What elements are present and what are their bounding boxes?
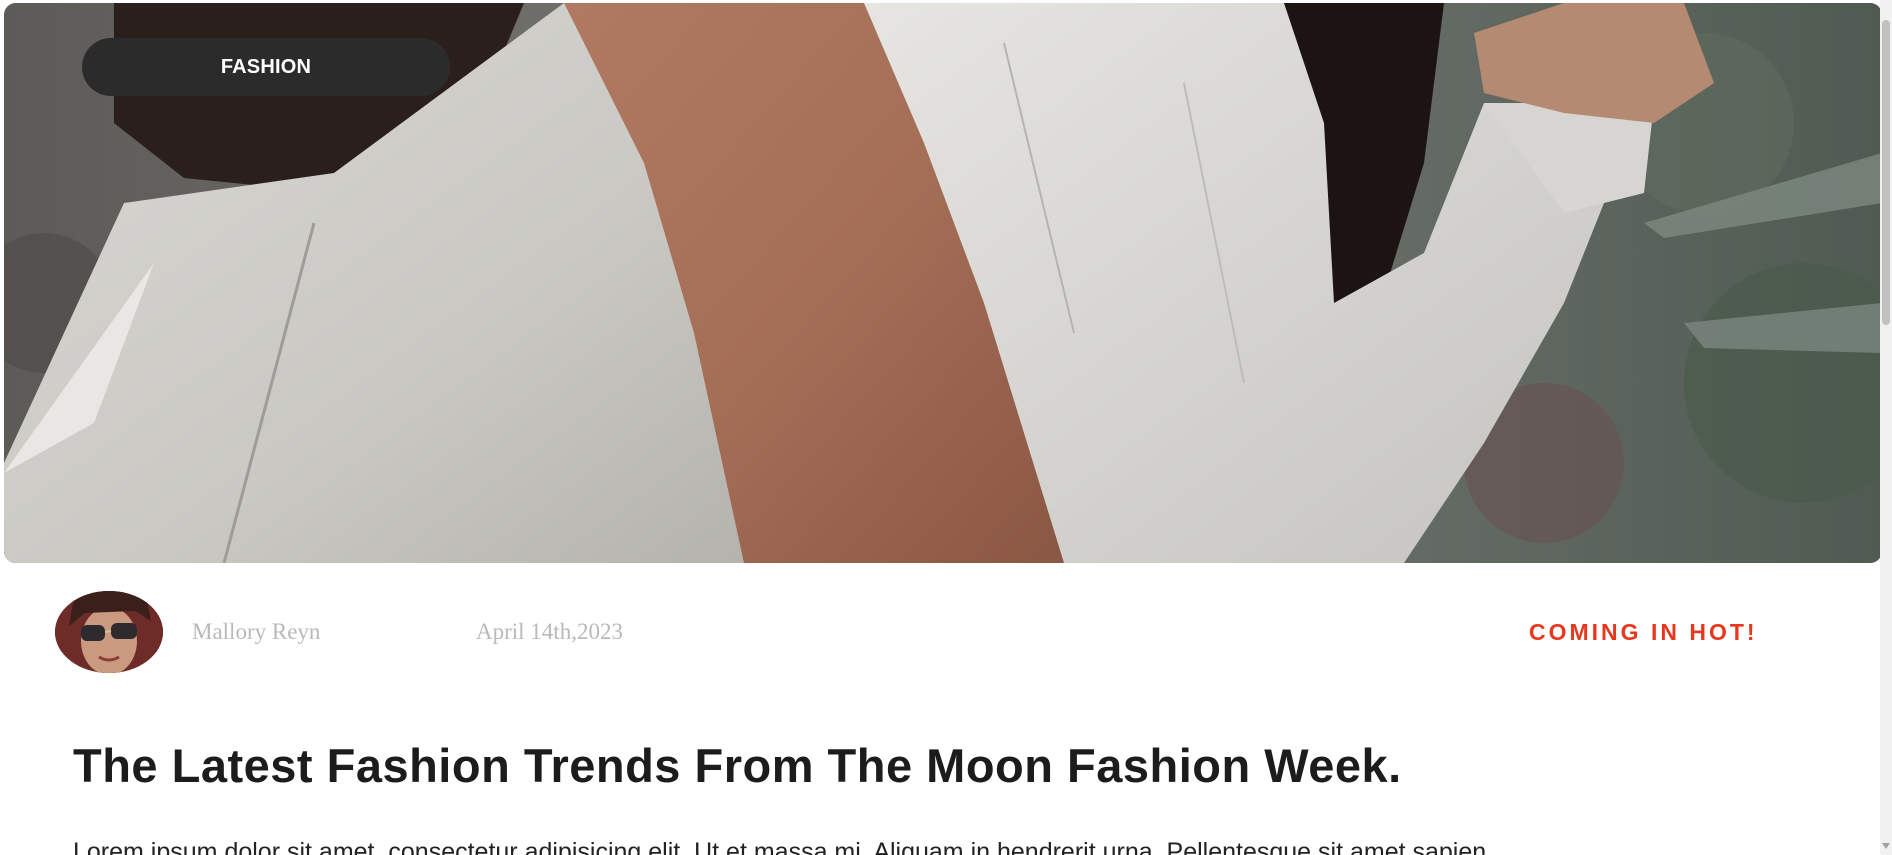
avatar-image bbox=[55, 591, 163, 673]
article-page: FASHION Mallory Reyn April 14th,2023 COM… bbox=[0, 0, 1892, 855]
hot-tag[interactable]: COMING IN HOT! bbox=[1529, 619, 1758, 646]
author-name[interactable]: Mallory Reyn bbox=[192, 619, 320, 645]
hero-image[interactable]: FASHION bbox=[4, 3, 1882, 563]
article-meta: Mallory Reyn April 14th,2023 COMING IN H… bbox=[0, 588, 1892, 678]
vertical-scrollbar[interactable] bbox=[1880, 0, 1892, 855]
scrollbar-thumb[interactable] bbox=[1882, 20, 1890, 325]
author-avatar[interactable] bbox=[55, 591, 163, 673]
article-title: The Latest Fashion Trends From The Moon … bbox=[73, 739, 1402, 792]
article-body: Lorem ipsum dolor sit amet, consectetur … bbox=[73, 838, 1487, 855]
scroll-down-arrow-icon[interactable] bbox=[1882, 843, 1890, 849]
category-badge[interactable]: FASHION bbox=[82, 38, 450, 96]
publish-date: April 14th,2023 bbox=[476, 619, 623, 644]
